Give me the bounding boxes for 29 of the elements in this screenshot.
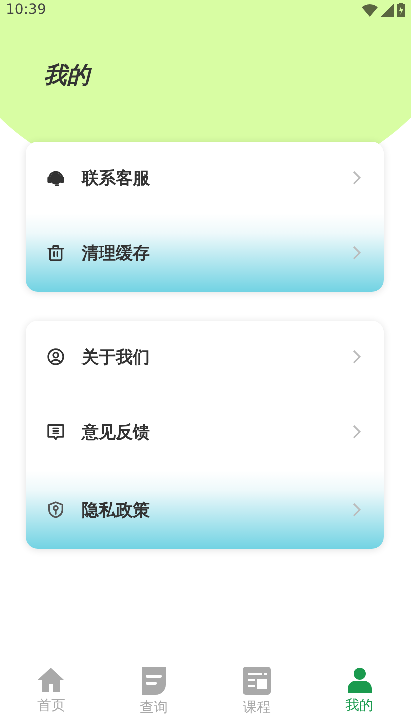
document-icon (140, 667, 168, 695)
layout-icon (242, 667, 271, 695)
signal-icon (381, 4, 394, 16)
page-title: 我的 (44, 62, 93, 91)
home-icon (37, 667, 66, 693)
menu-label: 清理缓存 (82, 242, 151, 264)
chevron-right-icon (352, 424, 362, 440)
status-time: 10:39 (6, 2, 46, 18)
person-icon (348, 667, 372, 693)
menu-item[interactable]: 关于我们 (26, 321, 384, 393)
menu-item[interactable]: 清理缓存 (26, 214, 384, 292)
menu-item[interactable]: 隐私政策 (26, 471, 384, 549)
menu-item[interactable]: 意见反馈 (26, 393, 384, 471)
menu-item[interactable]: 联系客服 (26, 142, 384, 214)
chevron-right-icon (352, 245, 362, 261)
user-icon (46, 347, 66, 367)
chevron-right-icon (352, 170, 362, 186)
menu-label: 意见反馈 (82, 422, 151, 444)
menu-label: 关于我们 (82, 346, 151, 368)
battery-icon (397, 3, 405, 17)
chevron-right-icon (352, 349, 362, 365)
menu-label: 隐私政策 (82, 500, 151, 522)
chevron-right-icon (352, 502, 362, 518)
nav-tab[interactable]: 我的 (308, 659, 411, 719)
wifi-icon (362, 4, 378, 16)
shield-icon (46, 500, 66, 520)
menu-label: 联系客服 (82, 168, 151, 190)
trash-icon (46, 243, 66, 263)
message-icon (46, 422, 66, 442)
